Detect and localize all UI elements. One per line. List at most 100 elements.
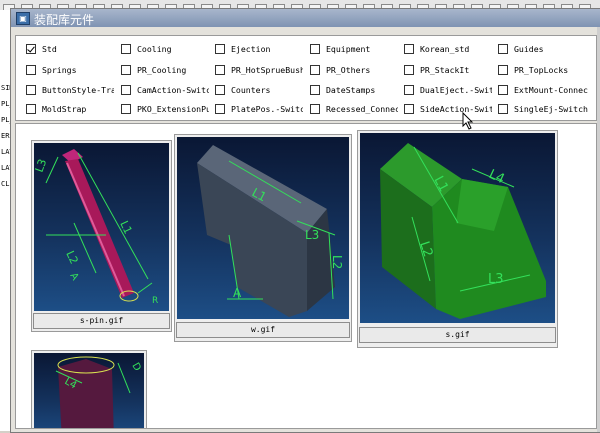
- thumbnail-caption[interactable]: s.gif: [359, 327, 556, 343]
- checkbox-icon[interactable]: [310, 104, 320, 114]
- checkbox-icon[interactable]: [498, 65, 508, 75]
- category-label: PR_HotSprueBush: [231, 65, 303, 75]
- partial-drawing: L4 D: [55, 356, 143, 428]
- category-label: CamAction-Switc: [137, 85, 209, 95]
- category-checkbox-counters[interactable]: Counters: [215, 83, 303, 97]
- dim-label: L1: [117, 219, 134, 236]
- assembly-library-window: ▣ 装配库元件 Std Cooling Ejection Equipment K…: [10, 8, 600, 433]
- checkbox-icon[interactable]: [310, 65, 320, 75]
- category-label: Guides: [514, 44, 544, 54]
- category-checkbox-pr-others[interactable]: PR_Others: [310, 63, 398, 77]
- category-label: Counters: [231, 85, 271, 95]
- dim-label: L2: [330, 255, 344, 269]
- category-checkbox-recessed[interactable]: Recessed_Connec: [310, 102, 398, 116]
- dim-label: L2: [63, 249, 80, 266]
- checkbox-icon[interactable]: [310, 85, 320, 95]
- library-category-panel: Std Cooling Ejection Equipment Korean_st…: [15, 35, 597, 121]
- thumbnail-image-w[interactable]: L1 L3 L2 A: [177, 137, 349, 319]
- category-checkbox-ejection[interactable]: Ejection: [215, 42, 303, 56]
- category-checkbox-singleej[interactable]: SingleEj-Switch: [498, 102, 588, 116]
- dim-label: L3: [305, 228, 319, 242]
- category-label: DateStamps: [326, 85, 376, 95]
- checkbox-icon[interactable]: [121, 104, 131, 114]
- category-label: Std: [42, 44, 57, 54]
- checkbox-icon[interactable]: [498, 44, 508, 54]
- category-label: SingleEj-Switch: [514, 104, 588, 114]
- checkbox-icon[interactable]: [26, 104, 36, 114]
- category-label: PKO_ExtensionPu: [137, 104, 209, 114]
- part-body: [58, 359, 114, 428]
- category-checkbox-pr-cooling[interactable]: PR_Cooling: [121, 63, 209, 77]
- checkbox-icon[interactable]: [121, 85, 131, 95]
- category-checkbox-buttonstyle[interactable]: ButtonStyle-Tra: [26, 83, 114, 97]
- thumbnail-card-s-pin[interactable]: L3 L2 L1 A R s-pin.gif: [31, 140, 172, 332]
- category-label: PR_TopLocks: [514, 65, 569, 75]
- thumbnail-card-partial[interactable]: L4 D: [31, 350, 147, 428]
- checkbox-icon[interactable]: [498, 85, 508, 95]
- category-checkbox-std[interactable]: Std: [26, 42, 114, 56]
- checkbox-icon[interactable]: [215, 44, 225, 54]
- checkbox-icon[interactable]: [404, 44, 414, 54]
- category-label: MoldStrap: [42, 104, 87, 114]
- s-pin-drawing: L3 L2 L1 A R: [34, 149, 158, 306]
- category-label: ExtMount-Connec: [514, 85, 588, 95]
- s-drawing: L1 L4 L2 L3: [380, 143, 546, 319]
- thumbnail-card-w[interactable]: L1 L3 L2 A w.gif: [174, 134, 352, 342]
- category-label: ButtonStyle-Tra: [42, 85, 114, 95]
- checkbox-icon[interactable]: [26, 85, 36, 95]
- dim-label: R: [152, 296, 158, 306]
- category-checkbox-dualeject[interactable]: DualEject.-Swit: [404, 83, 492, 97]
- category-label: Cooling: [137, 44, 172, 54]
- checkbox-icon[interactable]: [215, 104, 225, 114]
- category-label: Ejection: [231, 44, 271, 54]
- category-checkbox-korean-std[interactable]: Korean_std: [404, 42, 492, 56]
- category-label: Korean_std: [420, 44, 470, 54]
- category-checkbox-moldstrap[interactable]: MoldStrap: [26, 102, 114, 116]
- category-checkbox-extmount[interactable]: ExtMount-Connec: [498, 83, 588, 97]
- category-checkbox-pr-hotspruebush[interactable]: PR_HotSprueBush: [215, 63, 303, 77]
- category-checkbox-guides[interactable]: Guides: [498, 42, 588, 56]
- category-checkbox-pr-toplocks[interactable]: PR_TopLocks: [498, 63, 588, 77]
- checkbox-checked-icon[interactable]: [26, 44, 36, 54]
- category-checkbox-cooling[interactable]: Cooling: [121, 42, 209, 56]
- checkbox-icon[interactable]: [310, 44, 320, 54]
- category-checkbox-camaction[interactable]: CamAction-Switc: [121, 83, 209, 97]
- category-label: PlatePos.-Switc: [231, 104, 303, 114]
- checkbox-icon[interactable]: [404, 104, 414, 114]
- mouse-pointer-icon: [462, 112, 474, 130]
- category-checkbox-equipment[interactable]: Equipment: [310, 42, 398, 56]
- component-thumbnail-gallery: L3 L2 L1 A R s-pin.gif L1 L3 L2 A w.gif …: [15, 123, 597, 429]
- window-title: 装配库元件: [34, 13, 95, 27]
- thumbnail-image-s-pin[interactable]: L3 L2 L1 A R: [34, 143, 169, 311]
- category-checkbox-pr-stackit[interactable]: PR_StackIt: [404, 63, 492, 77]
- checkbox-icon[interactable]: [26, 65, 36, 75]
- dim-label: L3: [34, 157, 49, 174]
- category-label: PR_Others: [326, 65, 371, 75]
- checkbox-icon[interactable]: [215, 65, 225, 75]
- category-checkbox-sideaction[interactable]: SideAction-Swit: [404, 102, 492, 116]
- checkbox-icon[interactable]: [404, 65, 414, 75]
- checkbox-icon[interactable]: [121, 44, 131, 54]
- category-checkbox-platepos[interactable]: PlatePos.-Switc: [215, 102, 303, 116]
- thumbnail-caption[interactable]: w.gif: [176, 322, 350, 338]
- thumbnail-card-s[interactable]: L1 L4 L2 L3 s.gif: [357, 130, 558, 348]
- category-checkbox-springs[interactable]: Springs: [26, 63, 114, 77]
- dim-label: L3: [488, 272, 504, 287]
- checkbox-icon[interactable]: [404, 85, 414, 95]
- checkbox-icon[interactable]: [215, 85, 225, 95]
- checkbox-icon[interactable]: [498, 104, 508, 114]
- category-checkbox-pko-extension[interactable]: PKO_ExtensionPu: [121, 102, 209, 116]
- dim-label: A: [233, 286, 242, 300]
- category-label: PR_StackIt: [420, 65, 470, 75]
- dim-label: D: [129, 361, 143, 373]
- category-checkbox-datestamps[interactable]: DateStamps: [310, 83, 398, 97]
- thumbnail-image-s[interactable]: L1 L4 L2 L3: [360, 133, 555, 323]
- thumbnail-image-partial[interactable]: L4 D: [34, 353, 144, 428]
- category-label: Springs: [42, 65, 77, 75]
- checkbox-icon[interactable]: [121, 65, 131, 75]
- category-label: Equipment: [326, 44, 371, 54]
- thumbnail-caption[interactable]: s-pin.gif: [33, 313, 170, 329]
- category-label: PR_Cooling: [137, 65, 187, 75]
- window-titlebar[interactable]: ▣ 装配库元件: [11, 9, 600, 27]
- app-icon: ▣: [16, 12, 30, 25]
